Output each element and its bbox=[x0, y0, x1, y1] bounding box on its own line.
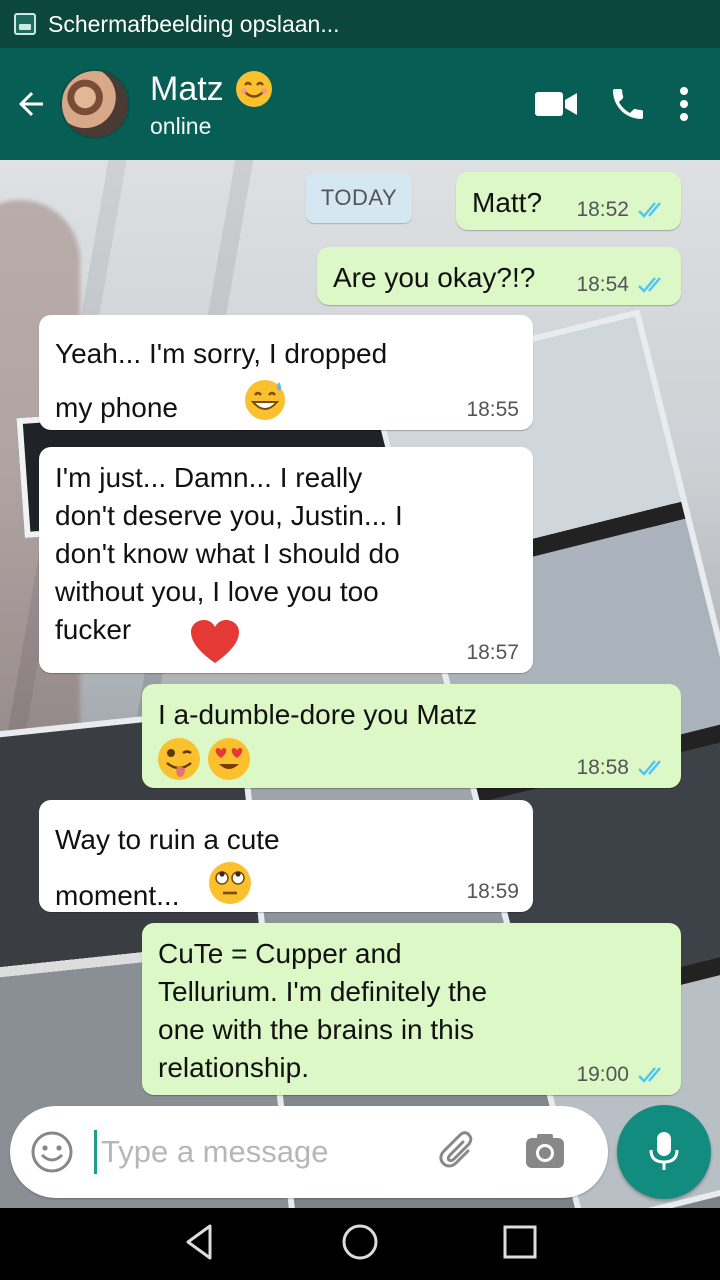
heart-eyes-emoji bbox=[208, 738, 250, 780]
arrow-left-icon bbox=[19, 92, 43, 116]
text-caret bbox=[94, 1130, 97, 1174]
nav-back-button[interactable] bbox=[180, 1222, 220, 1267]
message-text: Yeah... I'm sorry, I dropped my phone bbox=[55, 338, 388, 423]
contact-name: Matz bbox=[150, 69, 224, 108]
message-bubble-in[interactable]: Way to ruin a cute moment... 18:59 bbox=[39, 800, 533, 912]
message-text: Matt? bbox=[472, 187, 543, 218]
winking-tongue-emoji bbox=[158, 738, 200, 780]
more-options-button[interactable] bbox=[678, 84, 690, 124]
message-text: I'm just... Damn... I really don't deser… bbox=[55, 462, 403, 645]
more-options-icon bbox=[680, 87, 688, 121]
camera-button[interactable] bbox=[522, 1129, 568, 1175]
back-icon bbox=[186, 1224, 212, 1259]
message-time: 18:57 bbox=[466, 641, 519, 664]
system-nav-bar bbox=[0, 1208, 720, 1280]
home-icon bbox=[342, 1224, 378, 1259]
nav-recents-button[interactable] bbox=[500, 1222, 540, 1267]
screenshot-icon bbox=[14, 13, 36, 35]
message-text: I a-dumble-dore you Matz bbox=[158, 699, 478, 730]
message-time: 18:58 bbox=[576, 756, 629, 779]
smiling-face-icon bbox=[235, 70, 272, 107]
message-time: 18:55 bbox=[466, 398, 519, 421]
message-bubble-out[interactable]: Are you okay?!? 18:54 bbox=[317, 247, 681, 305]
emoji-icon bbox=[31, 1131, 73, 1173]
read-ticks-icon bbox=[638, 202, 661, 218]
video-call-button[interactable] bbox=[534, 88, 578, 120]
nav-home-button[interactable] bbox=[340, 1222, 380, 1267]
message-time: 19:00 bbox=[576, 1063, 629, 1086]
mic-icon bbox=[649, 1132, 679, 1170]
recents-icon bbox=[503, 1225, 537, 1258]
voice-call-button[interactable] bbox=[608, 84, 648, 124]
message-input[interactable]: Type a message bbox=[101, 1134, 436, 1170]
message-time: 18:52 bbox=[576, 198, 629, 221]
message-bubble-in[interactable]: I'm just... Damn... I really don't deser… bbox=[39, 447, 533, 673]
message-time: 18:54 bbox=[576, 273, 629, 296]
read-ticks-icon bbox=[638, 760, 661, 776]
contact-status: online bbox=[150, 112, 212, 139]
message-time: 18:59 bbox=[466, 880, 519, 903]
attach-button[interactable] bbox=[436, 1129, 482, 1175]
read-ticks-icon bbox=[638, 1067, 661, 1083]
message-text: Are you okay?!? bbox=[333, 262, 536, 293]
emoji-button[interactable] bbox=[30, 1130, 74, 1174]
message-text: Way to ruin a cute moment... bbox=[55, 824, 280, 911]
attach-icon bbox=[439, 1131, 473, 1168]
message-bubble-in[interactable]: Yeah... I'm sorry, I dropped my phone 18… bbox=[39, 315, 533, 430]
grinning-sweat-emoji bbox=[245, 380, 285, 420]
message-bubble-out[interactable]: CuTe = Cupper and Tellurium. I'm definit… bbox=[142, 923, 681, 1095]
avatar[interactable] bbox=[60, 69, 130, 139]
message-bubble-out[interactable]: I a-dumble-dore you Matz 18:58 bbox=[142, 684, 681, 788]
voice-call-icon bbox=[613, 89, 643, 119]
status-bar-text: Schermafbeelding opslaan... bbox=[48, 10, 340, 37]
red-heart-emoji bbox=[191, 620, 239, 663]
contact-info[interactable]: Matz online bbox=[150, 69, 534, 140]
date-chip: TODAY bbox=[306, 173, 412, 223]
chat-header: Matz online bbox=[0, 48, 720, 160]
back-button[interactable] bbox=[2, 48, 60, 160]
mic-button[interactable] bbox=[617, 1105, 711, 1199]
camera-icon bbox=[526, 1134, 564, 1168]
video-call-icon bbox=[535, 92, 577, 116]
read-ticks-icon bbox=[638, 277, 661, 293]
eye-roll-emoji bbox=[209, 862, 251, 904]
status-bar: Schermafbeelding opslaan... bbox=[0, 0, 720, 48]
message-bubble-out[interactable]: Matt? 18:52 bbox=[456, 172, 681, 230]
message-input-bar: Type a message bbox=[10, 1106, 608, 1198]
